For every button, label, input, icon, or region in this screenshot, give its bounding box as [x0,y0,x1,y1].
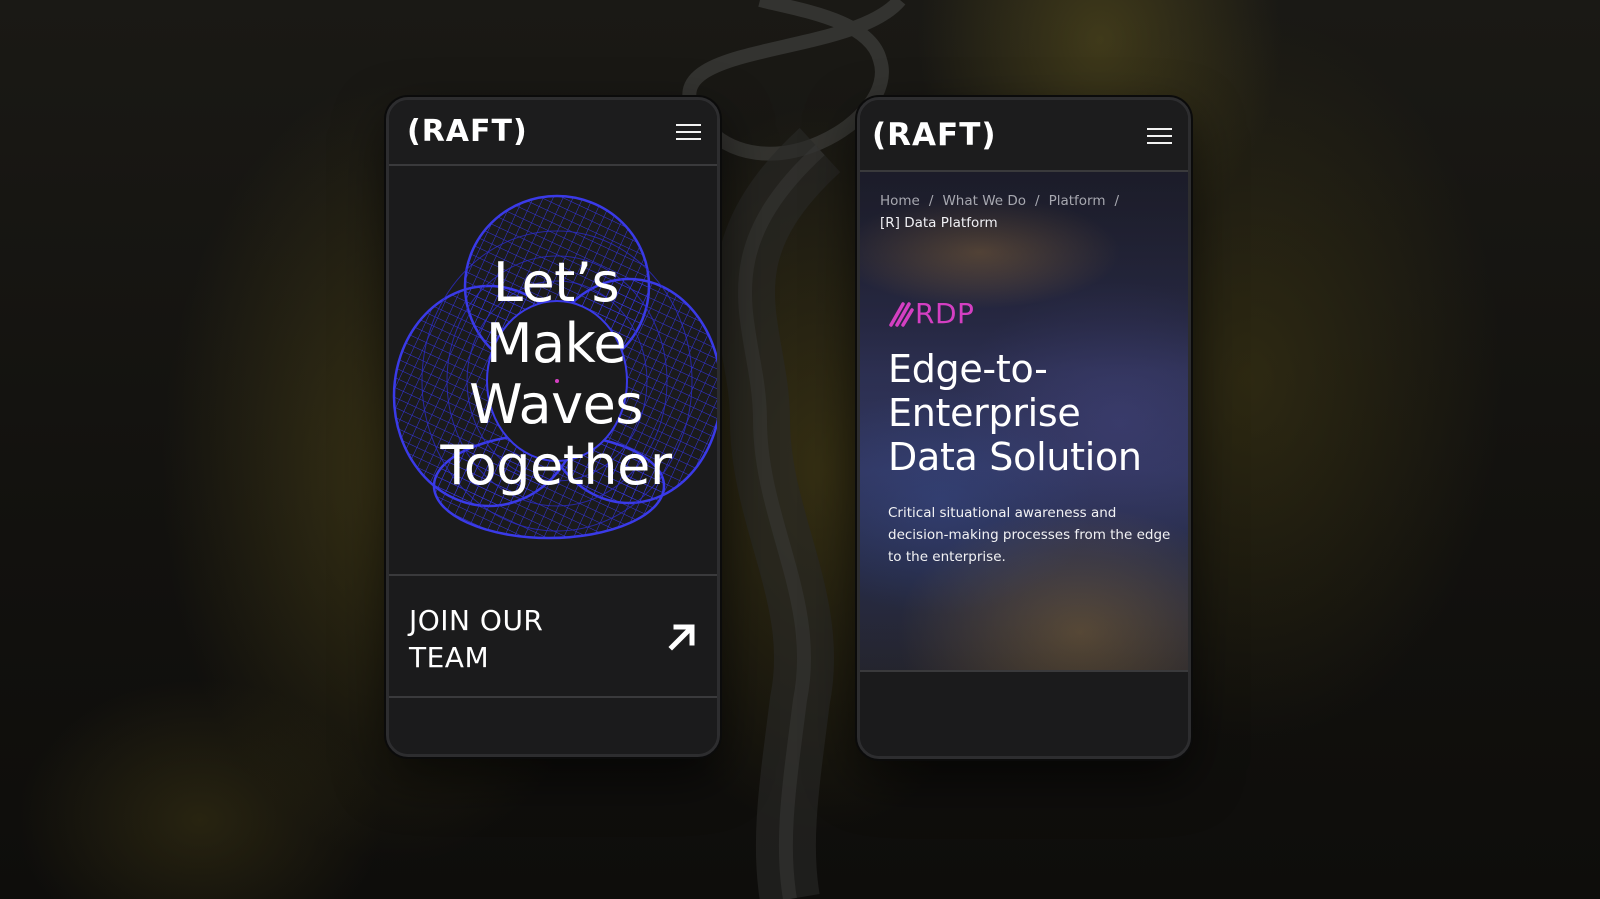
hero-title-line: Make [485,312,627,375]
breadcrumb-what-we-do[interactable]: What We Do [942,193,1026,209]
hamburger-menu-icon[interactable] [676,124,701,142]
rdp-slashes-icon [889,301,914,327]
breadcrumb-separator: / [928,193,934,209]
raft-logo[interactable]: (RAFT) [407,114,528,149]
product-title-line: Edge-to- [888,347,1048,391]
hero-title: Let’s Make Waves Together [389,252,717,496]
join-our-team-link[interactable]: JOIN OUR TEAM [389,576,717,698]
product-description: Critical situational awareness and decis… [888,505,1171,565]
hero-title-line: Together [440,434,672,497]
breadcrumb-separator: / [1035,193,1040,209]
breadcrumb: Home / What We Do / Platform / [R] Data Platf… [880,190,1180,234]
product-title: Edge-to- Enterprise Data Solution [888,347,1188,479]
hero-section: Let’s Make Waves Together [389,166,717,576]
hamburger-menu-icon[interactable] [1147,128,1172,146]
product-hero-section: Home / What We Do / Platform / [R] Data Platf… [860,172,1188,672]
background-scene: (RAFT) Let’s Make Waves Together JOIN OU… [0,0,1600,899]
mobile-mockup-careers: (RAFT) Let’s Make Waves Together JOIN OU… [386,97,720,757]
breadcrumb-platform[interactable]: Platform [1049,193,1106,209]
hero-title-line: Waves [469,373,643,436]
raft-logo[interactable]: (RAFT) [872,117,997,153]
footer-space [860,672,1188,756]
join-our-team-label: JOIN OUR TEAM [409,604,544,674]
site-header: (RAFT) [389,100,717,166]
river-background [682,0,906,899]
site-header: (RAFT) [860,100,1188,172]
rdp-logo-text: RDP [915,297,975,330]
product-title-line: Data Solution [888,435,1142,479]
breadcrumb-separator: / [1114,193,1120,209]
arrow-up-right-icon[interactable] [667,622,697,652]
hero-title-line: Let’s [492,251,620,314]
breadcrumb-current: [R] Data Platform [880,215,998,231]
mobile-mockup-data-platform: (RAFT) Home / What We Do / Platform / [R] Dat… [857,97,1191,759]
product-title-line: Enterprise [888,391,1081,435]
footer-space [389,698,717,754]
breadcrumb-home[interactable]: Home [880,193,920,209]
rdp-product-logo: RDP [888,297,974,330]
